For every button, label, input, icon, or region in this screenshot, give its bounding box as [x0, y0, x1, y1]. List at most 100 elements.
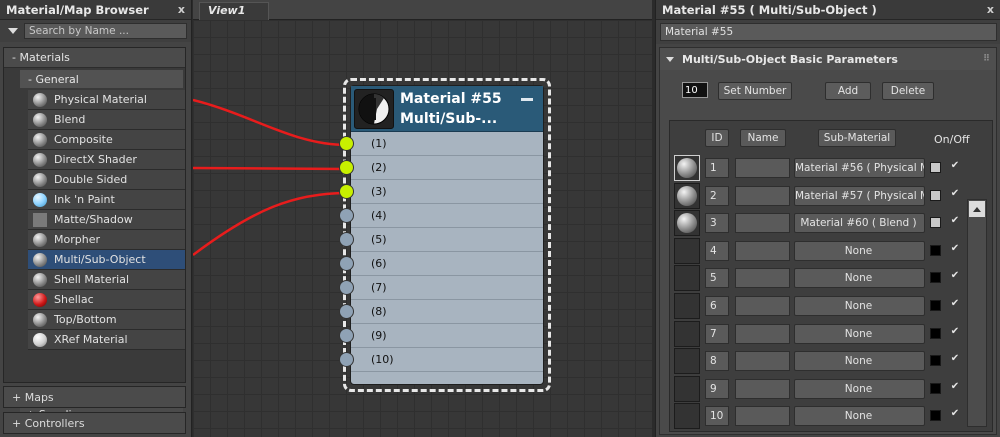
node-slot[interactable]: (4) — [339, 204, 543, 228]
color-swatch[interactable] — [930, 272, 941, 284]
node-slot[interactable]: (7) — [339, 276, 543, 300]
sub-material-button[interactable]: None — [794, 378, 925, 399]
connected-socket-icon[interactable] — [339, 136, 354, 151]
input-socket-icon[interactable] — [339, 280, 354, 295]
material-slot-swatch[interactable] — [674, 403, 700, 430]
rollout-grip-icon[interactable]: ⠿ — [983, 54, 990, 64]
node-slot[interactable]: (2) — [339, 156, 543, 180]
sub-material-column-header[interactable]: Sub-Material — [818, 129, 896, 147]
browser-close-icon[interactable]: x — [178, 3, 185, 16]
name-field[interactable] — [735, 351, 790, 372]
node-slot[interactable]: (6) — [339, 252, 543, 276]
on-off-checkbox[interactable]: ✔ — [949, 353, 961, 365]
name-field[interactable] — [735, 378, 790, 399]
table-scrollbar[interactable] — [967, 199, 987, 427]
input-socket-icon[interactable] — [339, 208, 354, 223]
id-field[interactable]: 2 — [705, 185, 729, 206]
sub-material-button[interactable]: None — [794, 406, 925, 427]
on-off-checkbox[interactable]: ✔ — [949, 270, 961, 282]
material-list-item[interactable]: Multi/Sub-Object — [28, 250, 185, 270]
input-socket-icon[interactable] — [339, 328, 354, 343]
id-field[interactable]: 5 — [705, 268, 729, 289]
on-off-checkbox[interactable]: ✔ — [949, 215, 961, 227]
wire-3[interactable] — [193, 191, 348, 257]
color-swatch[interactable] — [930, 244, 941, 256]
color-swatch[interactable] — [930, 162, 941, 173]
id-field[interactable]: 3 — [705, 213, 729, 234]
material-list-item[interactable]: DirectX Shader — [28, 150, 185, 170]
id-field[interactable]: 6 — [705, 296, 729, 316]
name-column-header[interactable]: Name — [740, 129, 786, 147]
material-slot-swatch[interactable] — [674, 210, 700, 237]
node-slot[interactable]: (1) — [339, 132, 543, 156]
id-field[interactable]: 7 — [705, 323, 729, 344]
connected-socket-icon[interactable] — [339, 184, 354, 199]
scroll-up-icon[interactable] — [969, 201, 985, 217]
material-list-item[interactable]: Morpher — [28, 230, 185, 250]
color-swatch[interactable] — [930, 382, 941, 394]
name-field[interactable] — [735, 185, 790, 206]
name-field[interactable] — [735, 158, 790, 178]
general-category-header[interactable]: - General — [20, 70, 183, 88]
material-slot-swatch[interactable] — [674, 265, 700, 292]
delete-button[interactable]: Delete — [882, 82, 934, 100]
input-socket-icon[interactable] — [339, 232, 354, 247]
material-list-item[interactable]: Physical Material — [28, 90, 185, 110]
add-button[interactable]: Add — [825, 82, 871, 100]
node-slot[interactable]: (9) — [339, 324, 543, 348]
sub-material-button[interactable]: Material #56 ( Physical Material ) — [794, 158, 925, 178]
material-list-item[interactable]: Composite — [28, 130, 185, 150]
name-field[interactable] — [735, 296, 790, 316]
search-options-dropdown-icon[interactable] — [8, 28, 18, 34]
material-slot-swatch[interactable] — [674, 348, 700, 375]
node-slot[interactable]: (3) — [339, 180, 543, 204]
sub-material-button[interactable]: Material #57 ( Physical Material ) — [794, 185, 925, 206]
sub-material-button[interactable]: None — [794, 268, 925, 289]
material-slot-swatch[interactable] — [674, 293, 700, 319]
controllers-group-header[interactable]: + Controllers — [3, 412, 186, 434]
material-list-item[interactable]: Double Sided — [28, 170, 185, 190]
sub-material-button[interactable]: Material #60 ( Blend ) — [794, 213, 925, 234]
id-field[interactable]: 4 — [705, 240, 729, 261]
id-column-header[interactable]: ID — [705, 129, 729, 147]
material-list-item[interactable]: Blend — [28, 110, 185, 130]
wire-1[interactable] — [193, 98, 348, 147]
node-slot[interactable]: (8) — [339, 300, 543, 324]
name-field[interactable] — [735, 406, 790, 427]
color-swatch[interactable] — [930, 355, 941, 367]
maps-group-header[interactable]: + Maps — [3, 386, 186, 408]
input-socket-icon[interactable] — [339, 352, 354, 367]
material-list-item[interactable]: XRef Material — [28, 330, 185, 350]
on-off-checkbox[interactable]: ✔ — [949, 160, 961, 172]
node-slot[interactable]: (10) — [339, 348, 543, 372]
on-off-checkbox[interactable]: ✔ — [949, 381, 961, 393]
sub-material-button[interactable]: None — [794, 296, 925, 316]
node-view[interactable]: View1 Material #55 Multi/Sub-... (1) (2)… — [193, 0, 652, 437]
color-swatch[interactable] — [930, 410, 941, 422]
minimize-icon[interactable] — [521, 98, 533, 101]
name-field[interactable] — [735, 240, 790, 261]
id-field[interactable]: 10 — [705, 406, 729, 427]
materials-group-header[interactable]: - Materials — [4, 48, 185, 68]
params-close-icon[interactable]: x — [987, 3, 994, 16]
rollout-collapse-icon[interactable] — [666, 56, 674, 62]
id-field[interactable]: 9 — [705, 378, 729, 399]
name-field[interactable] — [735, 268, 790, 289]
material-slot-swatch[interactable] — [674, 375, 700, 402]
material-slot-swatch[interactable] — [674, 237, 700, 264]
name-field[interactable] — [735, 323, 790, 344]
wire-2[interactable] — [193, 166, 348, 171]
material-name-field[interactable] — [660, 23, 997, 41]
color-swatch[interactable] — [930, 327, 941, 339]
on-off-checkbox[interactable]: ✔ — [949, 326, 961, 338]
material-list-item[interactable]: Ink 'n Paint — [28, 190, 185, 210]
sub-material-button[interactable]: None — [794, 240, 925, 261]
rollout-header[interactable]: Multi/Sub-Object Basic Parameters ⠿ — [660, 48, 996, 70]
node-slot[interactable]: (5) — [339, 228, 543, 252]
search-input[interactable] — [24, 23, 187, 39]
material-node[interactable]: Material #55 Multi/Sub-... (1) (2) (3) (4)(… — [339, 78, 551, 392]
id-field[interactable]: 1 — [705, 158, 729, 178]
material-list-item[interactable]: Matte/Shadow — [28, 210, 185, 230]
id-field[interactable]: 8 — [705, 351, 729, 372]
number-field[interactable] — [682, 82, 708, 98]
